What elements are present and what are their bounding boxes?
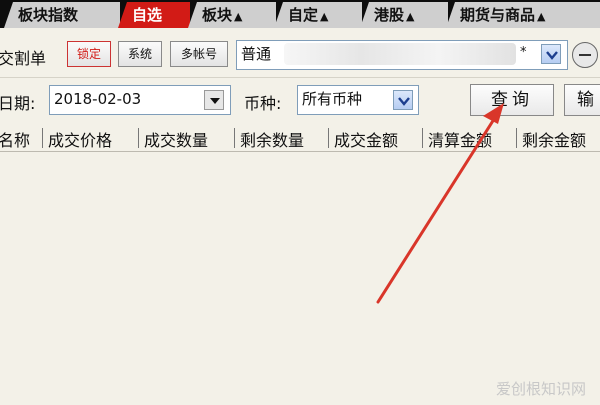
annotation-arrow-icon bbox=[376, 103, 504, 304]
watermark: 爱创根知识网 bbox=[495, 380, 586, 398]
